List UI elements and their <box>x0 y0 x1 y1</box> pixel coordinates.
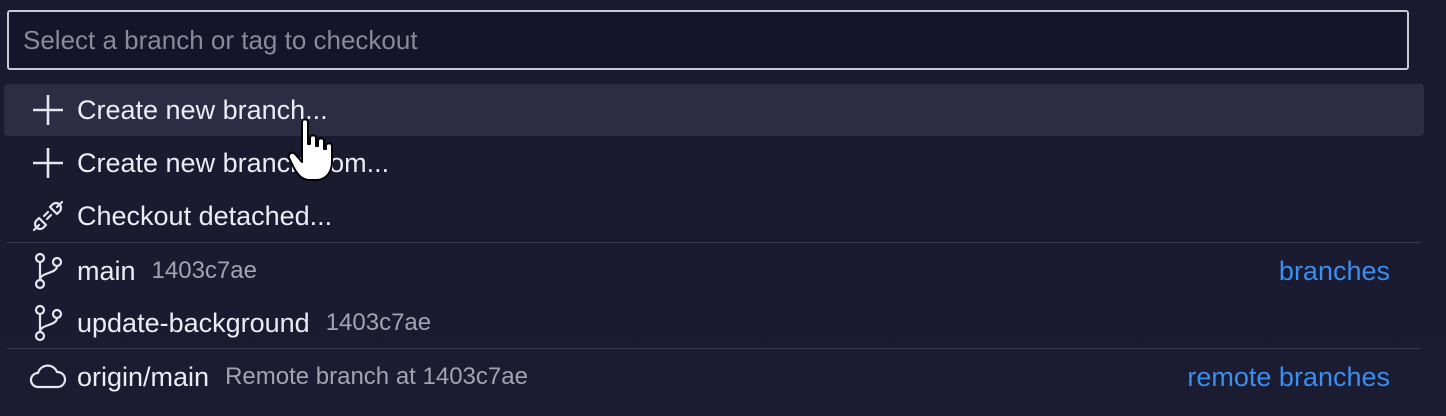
detached-link-icon <box>28 196 68 236</box>
remote-branch-name: origin/main <box>77 361 210 392</box>
create-new-branch-item[interactable]: Create new branch... <box>4 84 1424 136</box>
branch-search-input[interactable] <box>9 12 1407 68</box>
branch-picker: Create new branch... Create new branch f… <box>0 0 1446 416</box>
remote-branch-item-origin-main[interactable]: origin/main Remote branch at 1403c7ae re… <box>4 351 1424 403</box>
checkout-detached-item[interactable]: Checkout detached... <box>4 190 1424 242</box>
cloud-icon <box>28 357 68 397</box>
branch-search-box[interactable] <box>7 10 1409 70</box>
plus-icon <box>28 90 68 130</box>
branch-name: main <box>77 255 136 286</box>
remote-branches-group-label: remote branches <box>1187 361 1390 392</box>
branch-name: update-background <box>77 307 310 338</box>
git-branch-icon <box>28 251 68 291</box>
branches-group-label: branches <box>1278 255 1390 286</box>
checkout-detached-label: Checkout detached... <box>77 200 333 231</box>
git-branch-icon <box>28 303 68 343</box>
create-new-branch-label: Create new branch... <box>77 94 328 125</box>
branch-commit: 1403c7ae <box>151 257 257 284</box>
plus-icon <box>28 143 68 183</box>
branch-commit: 1403c7ae <box>325 309 432 336</box>
branch-item-update-background[interactable]: update-background 1403c7ae <box>4 297 1424 349</box>
separator <box>7 242 1420 243</box>
separator <box>7 348 1420 349</box>
create-new-branch-from-item[interactable]: Create new branch from... <box>4 137 1424 189</box>
remote-branch-description: Remote branch at 1403c7ae <box>225 363 528 390</box>
create-new-branch-from-label: Create new branch from... <box>77 147 390 178</box>
branch-item-main[interactable]: main 1403c7ae branches <box>4 245 1424 297</box>
